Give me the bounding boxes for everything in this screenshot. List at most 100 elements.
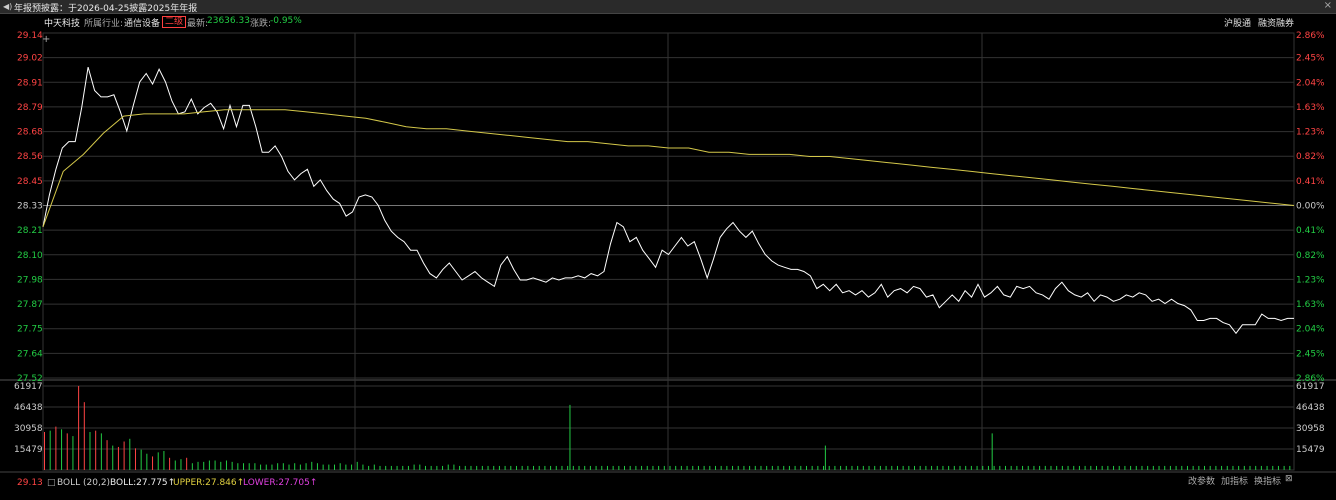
volume-bar	[675, 465, 677, 470]
volume-bar	[737, 465, 739, 470]
volume-bar	[231, 461, 233, 470]
volume-bar	[174, 460, 176, 470]
volume-bar	[510, 465, 512, 470]
volume-bar	[783, 465, 785, 470]
volume-bar	[652, 465, 654, 470]
indicator-name[interactable]: BOLL (20,2)	[57, 478, 110, 488]
volume-bar	[1135, 465, 1137, 470]
volume-bar	[1175, 465, 1177, 470]
volume-bar	[646, 465, 648, 470]
volume-bar	[589, 465, 591, 470]
volume-bar	[180, 459, 182, 470]
price-tick-label: 28.79	[17, 103, 43, 113]
volume-bar	[282, 463, 284, 470]
volume-bar	[862, 465, 864, 470]
volume-bar	[1147, 465, 1149, 470]
volume-bar	[851, 465, 853, 470]
volume-bar	[1107, 465, 1109, 470]
volume-bar	[669, 465, 671, 470]
volume-bar	[152, 456, 154, 470]
volume-bar	[459, 465, 461, 470]
volume-bar	[419, 464, 421, 470]
close-indicator-icon[interactable]: ⊠	[1285, 474, 1293, 484]
volume-bar	[225, 460, 227, 470]
lower-value: LOWER:27.705↑	[243, 478, 318, 488]
volume-tick-label: 46438	[14, 403, 43, 413]
volume-bar	[692, 465, 694, 470]
volume-tick-label-right: 15479	[1296, 445, 1325, 455]
volume-bar	[476, 465, 478, 470]
volume-bar	[732, 465, 734, 470]
switch-indicator-label: 换指标	[1254, 477, 1282, 487]
volume-bar	[311, 461, 313, 470]
percent-tick-label: 1.23%	[1296, 128, 1325, 138]
volume-bar	[339, 463, 341, 470]
volume-bar	[1232, 465, 1234, 470]
volume-bar	[1033, 465, 1035, 470]
price-tick-label: 28.21	[17, 226, 43, 236]
volume-bar	[1022, 465, 1024, 470]
volume-bar	[658, 465, 660, 470]
volume-bar	[1130, 465, 1132, 470]
crosshair-plus-icon: +	[42, 34, 50, 45]
volume-bar	[1204, 465, 1206, 470]
volume-bar	[436, 465, 438, 470]
volume-bar	[470, 465, 472, 470]
volume-bar	[567, 465, 569, 470]
volume-bar	[754, 465, 756, 470]
volume-bar	[493, 465, 495, 470]
volume-bar	[811, 465, 813, 470]
volume-bar	[129, 438, 131, 470]
volume-bar	[44, 432, 45, 470]
volume-bar	[328, 464, 330, 470]
price-tick-label: 28.10	[17, 251, 43, 261]
price-tick-label: 28.91	[17, 78, 43, 88]
volume-tick-label: 30958	[14, 424, 43, 434]
indicator-box-icon[interactable]: □	[47, 478, 56, 488]
volume-bar	[953, 465, 955, 470]
volume-bar	[203, 461, 205, 470]
volume-bar	[925, 465, 927, 470]
volume-bar	[49, 430, 51, 470]
volume-bar	[334, 464, 336, 470]
volume-bar	[965, 465, 967, 470]
volume-bar	[169, 457, 171, 470]
volume-bar	[322, 464, 324, 470]
volume-bar	[845, 465, 847, 470]
volume-bar	[1169, 465, 1171, 470]
volume-bar	[305, 463, 307, 470]
volume-bar	[680, 465, 682, 470]
volume-bar	[265, 464, 267, 470]
volume-bar	[868, 465, 870, 470]
percent-tick-label: 1.23%	[1296, 275, 1325, 285]
volume-bar	[78, 386, 80, 470]
volume-bar	[982, 465, 984, 470]
volume-bar	[197, 461, 199, 470]
volume-bar	[208, 460, 210, 470]
volume-bar	[896, 465, 898, 470]
volume-bar	[134, 448, 136, 470]
volume-bar	[555, 465, 557, 470]
volume-bar	[1255, 465, 1257, 470]
volume-bar	[407, 465, 409, 470]
volume-bar	[271, 464, 273, 470]
volume-bar	[1084, 465, 1086, 470]
upper-value: UPPER:27.846↑	[173, 478, 245, 488]
volume-bar	[424, 465, 426, 470]
volume-bar	[891, 465, 893, 470]
volume-bar	[584, 465, 586, 470]
percent-tick-label: 1.63%	[1296, 103, 1325, 113]
volume-bar	[629, 465, 631, 470]
volume-bar	[663, 465, 665, 470]
percent-tick-label: 2.45%	[1296, 54, 1325, 64]
volume-bar	[237, 463, 239, 470]
percent-tick-label: 1.63%	[1296, 300, 1325, 310]
boll-value: BOLL:27.775↑	[110, 478, 176, 488]
volume-bar	[1056, 465, 1058, 470]
volume-bar	[1277, 465, 1279, 470]
volume-tick-label: 15479	[14, 445, 43, 455]
volume-bar	[1198, 465, 1200, 470]
volume-bar	[697, 465, 699, 470]
price-tick-label: 28.33	[17, 202, 43, 212]
volume-bar	[1215, 465, 1217, 470]
